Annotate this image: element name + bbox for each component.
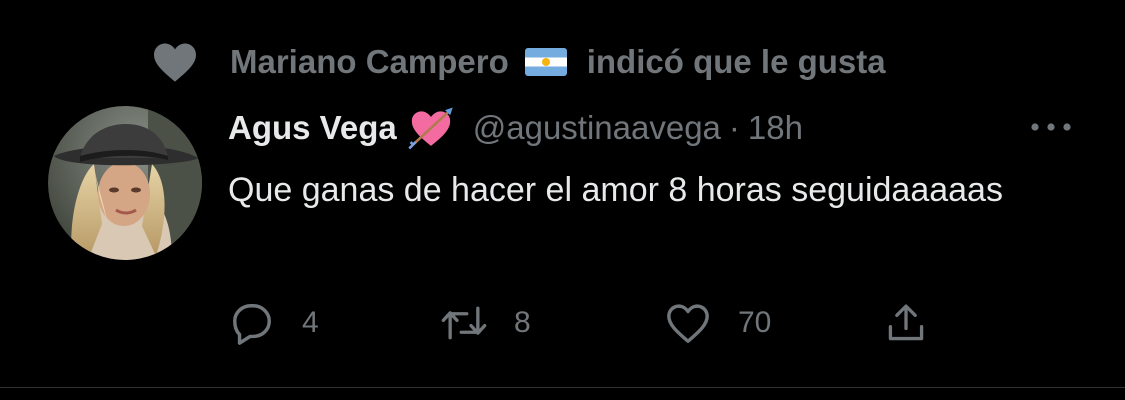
share-icon — [882, 299, 930, 347]
share-button[interactable] — [882, 296, 930, 350]
heart-with-arrow-emoji — [407, 104, 455, 152]
retweet-button[interactable]: 8 — [440, 296, 531, 350]
like-button[interactable]: 70 — [664, 296, 771, 350]
retweet-count: 8 — [514, 306, 531, 339]
reply-icon — [228, 299, 276, 347]
tweet-actions: 4 8 70 — [228, 296, 988, 350]
heart-icon — [150, 38, 200, 86]
tweet-timestamp[interactable]: 18h — [748, 109, 803, 147]
tweet[interactable]: Mariano Campero indicó que le gusta Agus… — [0, 0, 1125, 388]
reply-count: 4 — [302, 306, 319, 339]
social-context: Mariano Campero indicó que le gusta — [150, 38, 886, 86]
avatar[interactable] — [48, 106, 202, 260]
tweet-text: Que ganas de hacer el amor 8 horas segui… — [228, 171, 1003, 209]
retweet-icon — [440, 299, 488, 347]
social-context-user[interactable]: Mariano Campero — [230, 43, 509, 81]
like-count: 70 — [738, 306, 772, 339]
argentina-flag-emoji — [524, 48, 567, 76]
like-icon — [664, 299, 712, 347]
author-name[interactable]: Agus Vega — [228, 109, 397, 147]
more-options-icon[interactable] — [1026, 110, 1076, 144]
divider — [0, 387, 1125, 388]
reply-button[interactable]: 4 — [228, 296, 319, 350]
tweet-header: Agus Vega @agustinaavega · 18h — [228, 104, 803, 152]
separator-dot: · — [728, 109, 740, 146]
author-handle[interactable]: @agustinaavega — [473, 109, 721, 147]
social-context-text: indicó que le gusta — [586, 43, 886, 80]
